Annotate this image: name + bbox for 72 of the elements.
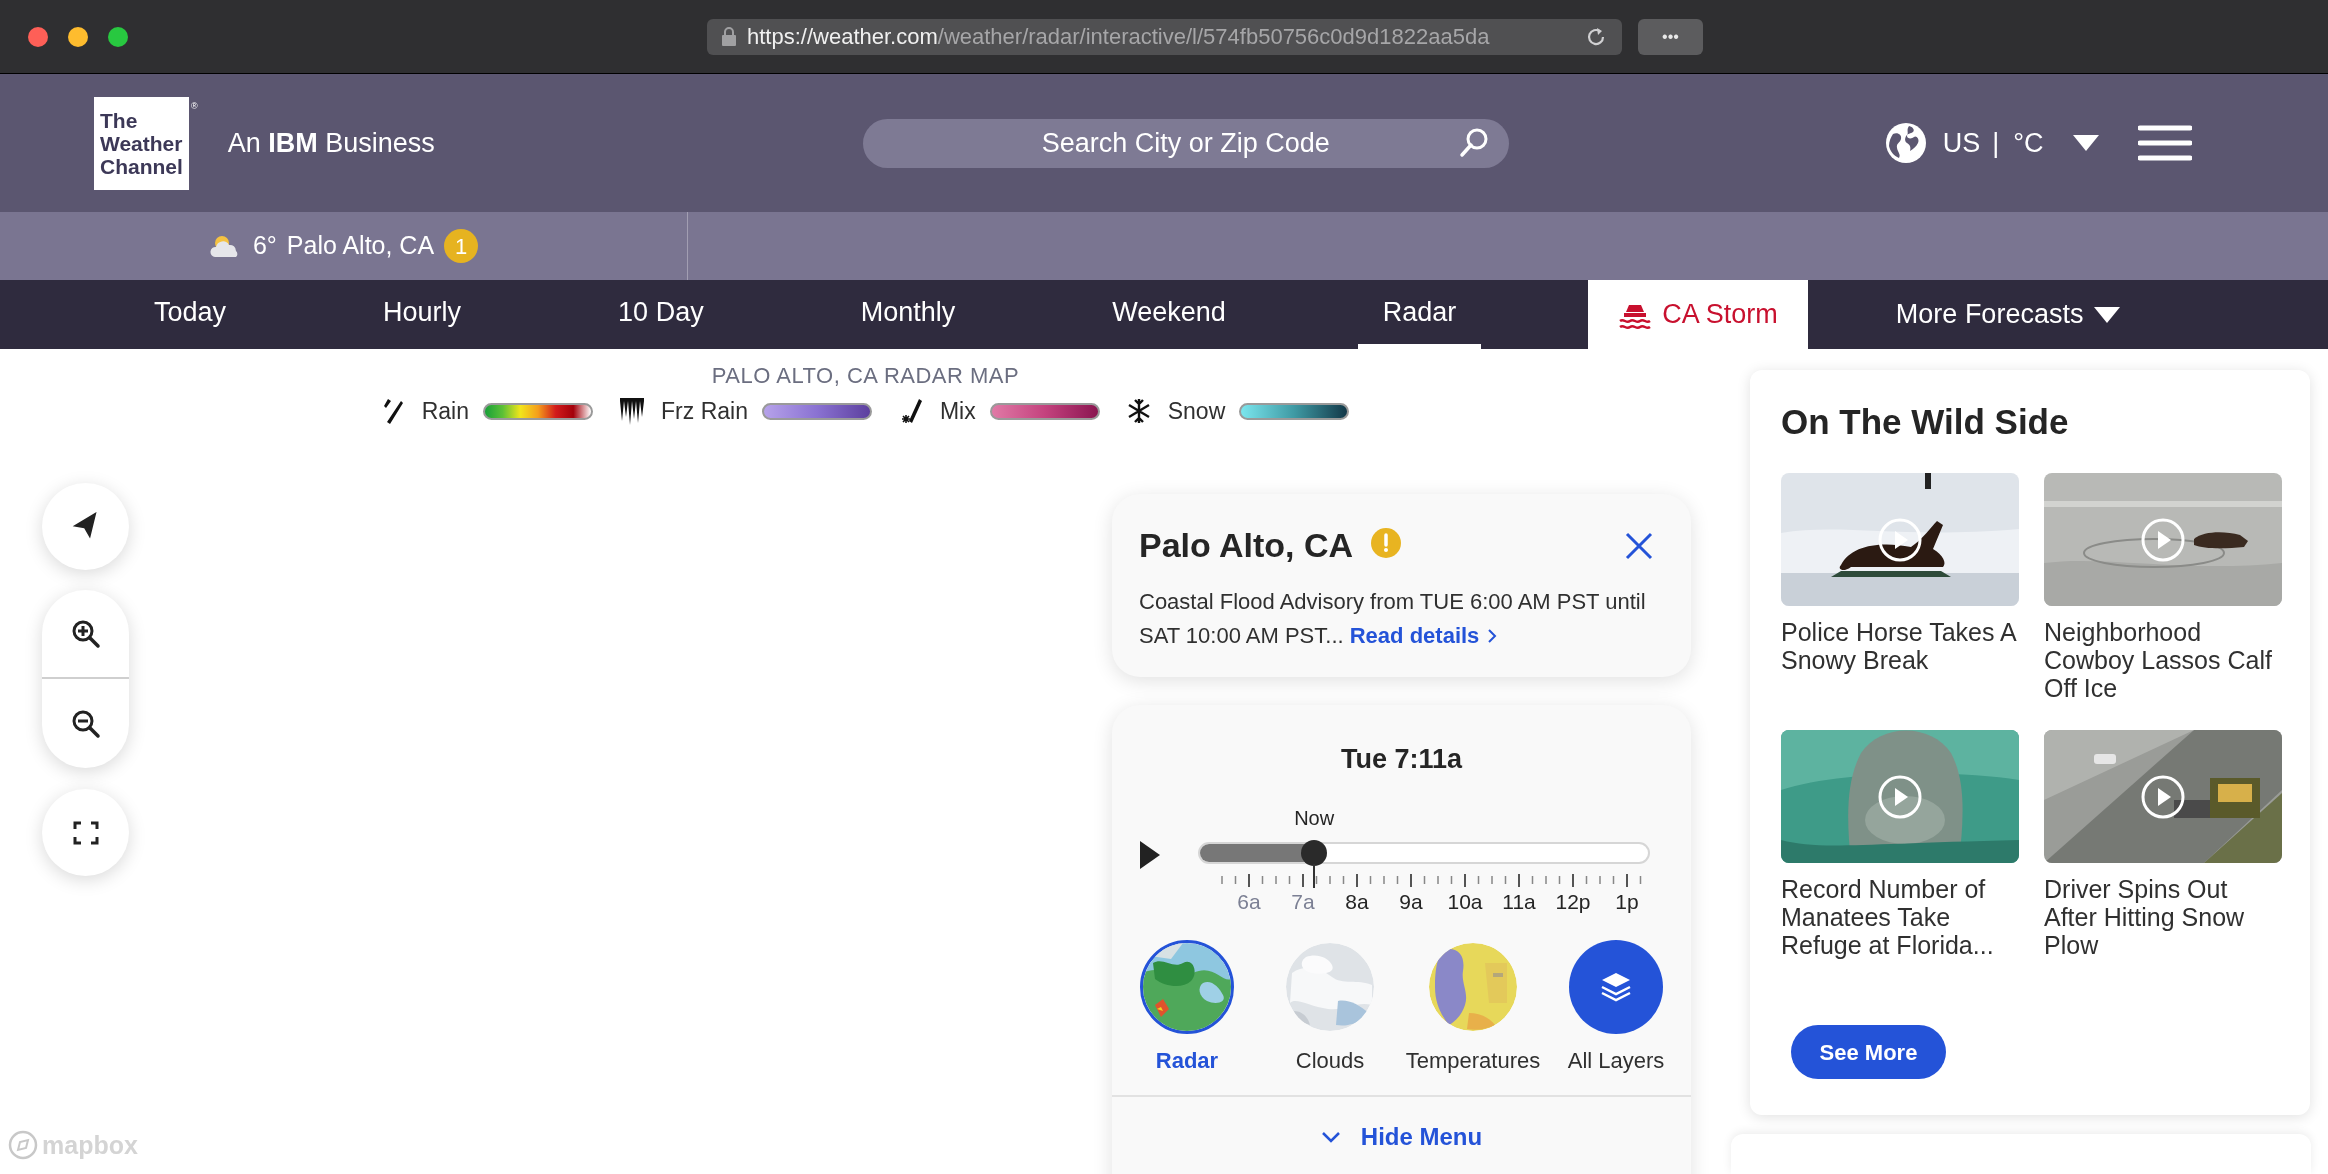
storm-tab[interactable]: CA Storm [1588,280,1808,349]
more-button[interactable]: ••• [1638,18,1703,55]
layer-option[interactable]: Temperatures [1402,939,1544,1077]
caret-icon[interactable] [2071,134,2100,152]
rain-icon [381,397,406,426]
chevron-right-icon [1487,628,1498,644]
play-icon[interactable] [1878,517,1922,562]
tick-label: 10a [1447,888,1483,915]
play-icon[interactable] [2141,774,2185,819]
logo[interactable]: The Weather Channel [94,96,189,190]
url-text: https://weather.com/weather/radar/interactive/l/574fb50756c0d9d1822aa5da [747,23,1491,51]
timeline-slider[interactable] [1198,841,1650,864]
nav-tab[interactable]: Monthly [835,280,981,349]
nav-tab[interactable]: Radar [1357,280,1482,349]
nav-tab[interactable]: 10 Day [593,280,729,349]
tick-label: 8a [1345,888,1369,915]
separator: | [1992,126,2000,160]
tick-label: 11a [1502,888,1536,915]
caret-icon [2093,305,2122,324]
now-label: Now [1294,805,1335,831]
close-icon[interactable] [1624,530,1654,561]
nav-tab[interactable]: Today [129,280,252,349]
alert-text: Coastal Flood Advisory from TUE 6:00 AM PST until SAT 10:00 AM PST... Read details [1139,585,1664,653]
legend-label: Rain [421,397,470,426]
layer-option[interactable]: Clouds [1259,939,1401,1077]
warning-icon [1371,527,1402,558]
mapbox-logo-icon [8,1130,38,1161]
alert-title: Palo Alto, CA [1139,525,1354,566]
address-bar[interactable]: https://weather.com/weather/radar/interactive/l/574fb50756c0d9d1822aa5da [707,18,1622,55]
video-title-link[interactable]: Neighborhood Cowboy Lassos Calf Off Ice [2044,617,2282,702]
tick-label: 12p [1555,888,1591,915]
play-icon[interactable] [1139,839,1161,870]
video-title-link[interactable]: Police Horse Takes A Snowy Break [1781,617,2019,674]
fullscreen-icon [72,820,99,845]
hide-menu-button[interactable]: Hide Menu [1320,1118,1483,1155]
tick-label: 9a [1399,888,1423,915]
nav-tab[interactable]: Hourly [358,280,487,349]
layer-option[interactable]: All Layers [1545,939,1687,1077]
more-forecasts-menu[interactable]: More Forecasts [1895,280,2122,349]
nav-tab[interactable]: Weekend [1087,280,1251,349]
lock-icon [721,26,737,47]
zoom-in-icon [70,618,101,649]
layer-option[interactable]: Radar [1116,939,1258,1077]
timeline-time: Tue 7:11a [1340,743,1463,776]
zoom-window-button[interactable] [108,26,128,47]
search-field[interactable]: Search City or Zip Code [862,118,1509,168]
tick-label: 6a [1237,888,1261,915]
tick-label: 1p [1615,888,1639,915]
tick-label: 7a [1291,888,1315,915]
close-window-button[interactable] [28,26,48,47]
now-line [1313,863,1316,888]
see-more-button[interactable]: See More [1791,1025,1946,1080]
minimize-window-button[interactable] [68,26,88,47]
globe-icon[interactable] [1884,122,1927,164]
tagline: An IBM Business [227,126,435,160]
slider-thumb[interactable] [1301,839,1328,866]
alert-count-badge: 1 [444,229,479,263]
logo-text: The Weather Channel [100,108,184,178]
map-title: PALO ALTO, CA RADAR MAP [711,362,1020,390]
zoom-out-icon [70,708,101,739]
section-title: On The Wild Side [1781,401,2070,443]
legend-label: Snow [1167,397,1226,426]
region-label[interactable]: US [1942,122,1981,164]
legend-label: Mix [939,397,976,426]
video-title-link[interactable]: Driver Spins Out After Hitting Snow Plow [2044,874,2282,959]
registered-mark: ® [191,100,198,113]
legend-label: Frz Rain [661,397,748,426]
chevron-down-icon [1320,1130,1341,1143]
video-title-link[interactable]: Record Number of Manatees Take Refuge at Florida... [1781,874,2019,959]
read-details-link[interactable]: Read details [1349,619,1498,653]
menu-icon[interactable] [2137,125,2192,161]
unit-label[interactable]: °C [2013,122,2044,164]
